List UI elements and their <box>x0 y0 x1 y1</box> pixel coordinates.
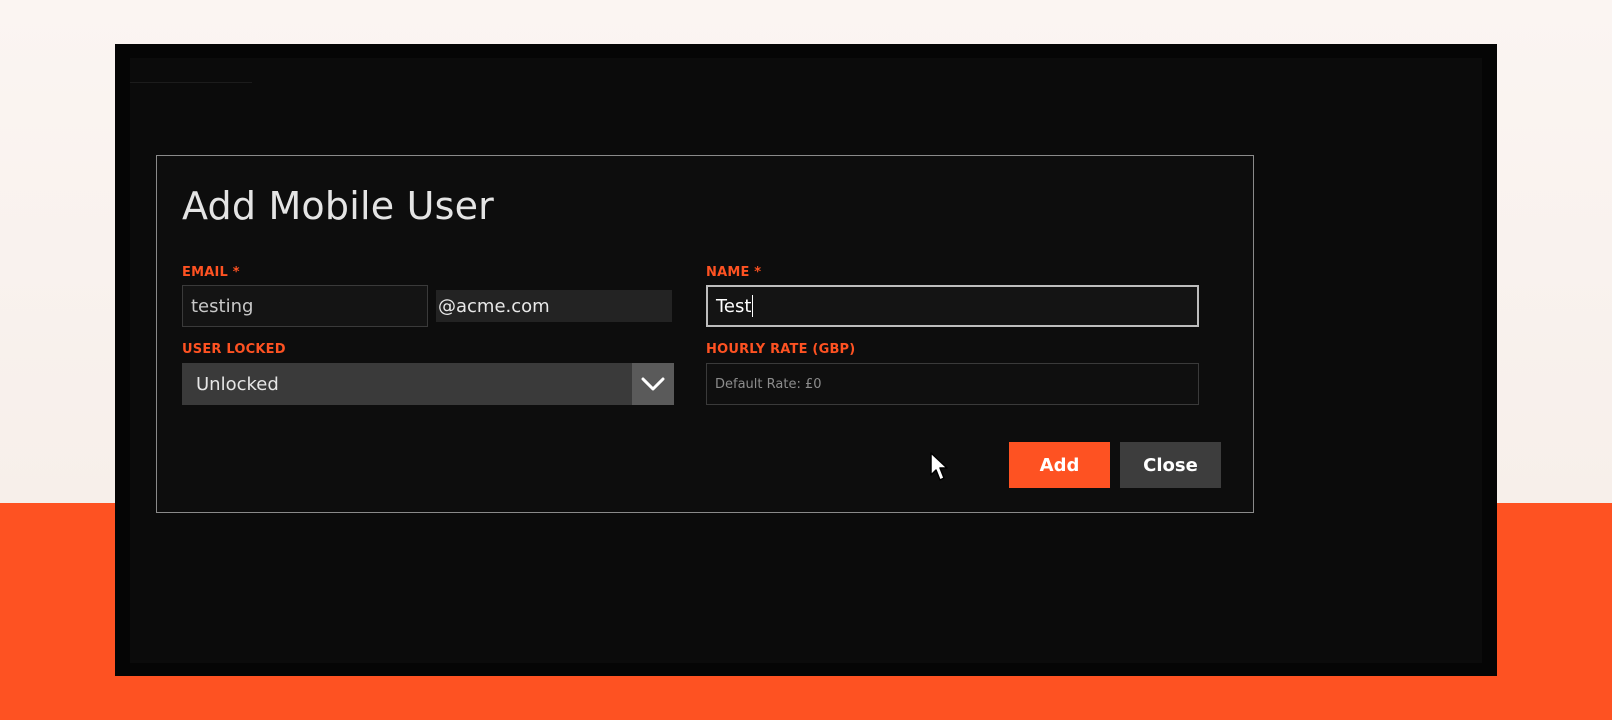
email-label: EMAIL * <box>182 265 240 280</box>
hourly-rate-placeholder: Default Rate: £0 <box>715 376 822 392</box>
dialog-title: Add Mobile User <box>182 184 494 228</box>
email-domain: @acme.com <box>436 290 672 322</box>
add-mobile-user-dialog: Add Mobile User EMAIL * testing @acme.co… <box>156 155 1254 513</box>
name-value: Test <box>716 295 752 317</box>
name-label: NAME * <box>706 265 762 280</box>
email-value: testing <box>191 295 254 317</box>
user-locked-value: Unlocked <box>196 373 279 395</box>
close-button[interactable]: Close <box>1120 442 1221 488</box>
app-window: Add Mobile User EMAIL * testing @acme.co… <box>115 44 1497 676</box>
user-locked-label: USER LOCKED <box>182 342 286 357</box>
chevron-down-icon[interactable] <box>632 363 674 405</box>
app-content: Add Mobile User EMAIL * testing @acme.co… <box>130 58 1482 663</box>
email-field[interactable]: testing <box>182 285 428 327</box>
add-button[interactable]: Add <box>1009 442 1110 488</box>
user-locked-select[interactable]: Unlocked <box>182 363 674 405</box>
hourly-rate-input[interactable]: Default Rate: £0 <box>706 363 1199 405</box>
mouse-pointer-icon <box>930 452 948 481</box>
name-field[interactable]: Test <box>706 285 1199 327</box>
text-caret <box>752 295 754 317</box>
hourly-rate-label: HOURLY RATE (GBP) <box>706 342 856 357</box>
top-divider <box>130 82 252 83</box>
